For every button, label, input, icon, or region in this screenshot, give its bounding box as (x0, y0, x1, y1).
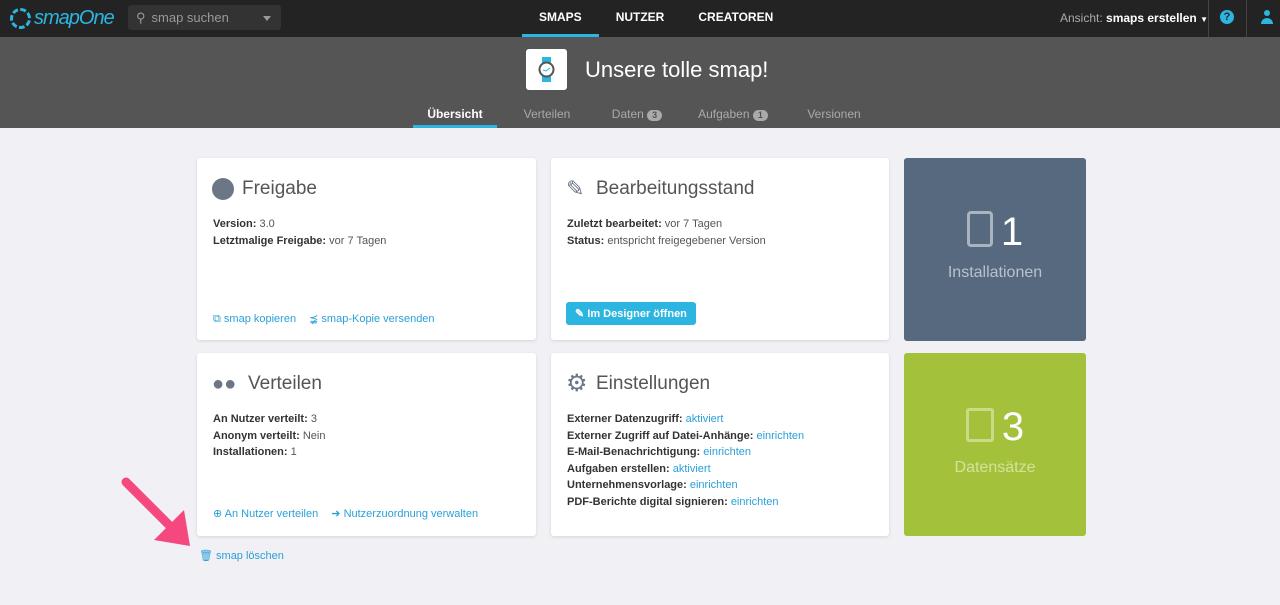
field-label: Version: (213, 218, 257, 230)
distribute-to-users-link[interactable]: ⊕ An Nutzer verteilen (213, 508, 318, 520)
manage-user-assignment-link[interactable]: ➜ Nutzerzuordnung verwalten (331, 508, 478, 520)
search-icon: ⚲ (136, 9, 146, 25)
field-label: Installationen: (213, 446, 288, 458)
field-value: vor 7 Tagen (329, 234, 387, 247)
send-copy-link[interactable]: ⪵ smap-Kopie versenden (309, 313, 434, 325)
divider (1246, 0, 1247, 37)
search-placeholder: smap suchen (151, 10, 229, 25)
open-designer-button[interactable]: ✎ Im Designer öffnen (566, 302, 696, 325)
field-label: PDF-Berichte digital signieren: (567, 495, 728, 508)
field-value: entspricht freigegebener Version (607, 234, 766, 247)
documents-icon (965, 408, 994, 442)
count-badge: 3 (647, 110, 663, 121)
button-label: Im Designer öffnen (587, 308, 687, 320)
card-title: Einstellungen (596, 373, 711, 394)
field-label: Externer Zugriff auf Datei-Anhänge: (567, 429, 754, 442)
card-title: Verteilen (248, 373, 322, 394)
tab-aufgaben[interactable]: Aufgaben 1 (677, 102, 789, 128)
field-label: Unternehmensvorlage: (567, 479, 687, 491)
tile-label: Installationen (947, 264, 1043, 281)
card-title: Bearbeitungsstand (596, 178, 755, 199)
installations-count: 1 (904, 210, 1086, 255)
bearbeitungsstand-card: ✎ Bearbeitungsstand Zuletzt bearbeitet: v… (551, 158, 889, 340)
nav-nutzer[interactable]: NUTZER (599, 0, 682, 37)
pencil-icon: ✎ (575, 308, 585, 320)
link-label: smap löschen (216, 550, 284, 562)
smap-watch-icon (526, 49, 567, 90)
setting-link[interactable]: aktiviert (686, 413, 724, 425)
field-label: Status: (567, 234, 605, 247)
globe-icon (212, 178, 234, 200)
verteilen-card: ●● Verteilen An Nutzer verteilt: 3 Anonym… (197, 353, 536, 536)
count-value: 1 (1000, 210, 1024, 254)
edit-icon: ✎ (566, 176, 585, 201)
view-value: smaps erstellen (1106, 11, 1197, 25)
tab-label: Aufgaben (698, 107, 750, 121)
users-icon: ●● (212, 373, 237, 395)
card-title: Freigabe (242, 178, 317, 199)
arrow-right-icon: ➜ (331, 508, 341, 520)
field-value: 3.0 (259, 218, 275, 230)
einstellungen-card: ⚙ Einstellungen Externer Datenzugriff: ak… (551, 353, 889, 536)
field-label: Anonym verteilt: (213, 429, 300, 442)
field-label: Letztmalige Freigabe: (213, 234, 327, 247)
setting-link[interactable]: einrichten (690, 479, 738, 491)
field-label: An Nutzer verteilt: (213, 413, 308, 425)
field-label: Externer Datenzugriff: (567, 413, 683, 425)
tab-label: Daten (611, 107, 644, 121)
field-value: 1 (290, 446, 297, 458)
user-icon[interactable] (1260, 10, 1274, 26)
tab-uebersicht[interactable]: Übersicht (413, 102, 497, 128)
count-value: 3 (1001, 405, 1025, 449)
pointer-arrow-annotation (121, 477, 190, 546)
logo-text: smapOne (34, 7, 115, 29)
search-input[interactable]: ⚲ smap suchen (128, 5, 281, 30)
tab-versionen[interactable]: Versionen (789, 102, 879, 128)
delete-smap-link[interactable]: 🗑 smap löschen (199, 549, 284, 562)
field-label: Zuletzt bearbeitet: (567, 218, 662, 230)
setting-link[interactable]: einrichten (731, 496, 779, 508)
link-label: smap kopieren (223, 313, 297, 325)
link-label: smap-Kopie versenden (321, 313, 435, 325)
freigabe-card: Freigabe Version: 3.0 Letztmalige Freiga… (197, 158, 536, 340)
view-label: Ansicht: (1060, 11, 1103, 25)
field-value: 3 (310, 413, 317, 425)
setting-link[interactable]: einrichten (703, 446, 751, 458)
nav-smaps[interactable]: SMAPS (522, 0, 599, 37)
link-label: Nutzerzuordnung verwalten (343, 508, 479, 520)
smapone-logo[interactable]: smapOne (10, 7, 115, 30)
view-selector[interactable]: Ansicht: smaps erstellen ▼ (1060, 11, 1208, 25)
field-label: E-Mail-Benachrichtigung: (567, 446, 701, 458)
nav-creatoren[interactable]: CREATOREN (681, 0, 790, 37)
plus-circle-icon: ⊕ (213, 508, 223, 520)
tab-daten[interactable]: Daten 3 (597, 102, 677, 128)
installations-tile[interactable]: 1 Installationen (904, 158, 1086, 341)
tile-label: Datensätze (954, 459, 1036, 476)
field-value: vor 7 Tagen (664, 218, 723, 230)
chevron-down-icon[interactable] (263, 16, 271, 25)
trash-icon: 🗑 (199, 550, 213, 562)
field-value: Nein (302, 429, 326, 442)
share-icon: ⪵ (309, 313, 319, 325)
setting-link[interactable]: aktiviert (673, 463, 711, 475)
field-label: Aufgaben erstellen: (567, 462, 670, 475)
copy-smap-link[interactable]: ⧉ smap kopieren (213, 313, 296, 325)
records-tile[interactable]: 3 Datensätze (904, 353, 1086, 536)
tablet-icon (966, 211, 993, 247)
top-bar: smapOne ⚲ smap suchen SMAPS NUTZER CREATO… (0, 0, 1280, 37)
tab-verteilen[interactable]: Verteilen (497, 102, 597, 128)
link-label: An Nutzer verteilen (224, 508, 319, 520)
logo-icon (10, 8, 31, 29)
setting-link[interactable]: einrichten (756, 430, 804, 442)
gear-icon: ⚙ (566, 370, 588, 397)
count-badge: 1 (752, 110, 768, 121)
smap-header: Unsere tolle smap! Übersicht Verteilen D… (0, 37, 1280, 128)
smap-title: Unsere tolle smap! (585, 57, 769, 82)
help-icon[interactable]: ? (1220, 10, 1234, 24)
divider (1208, 0, 1209, 37)
records-count: 3 (904, 405, 1086, 450)
caret-down-icon: ▼ (1200, 15, 1209, 24)
copy-icon: ⧉ (213, 313, 221, 325)
